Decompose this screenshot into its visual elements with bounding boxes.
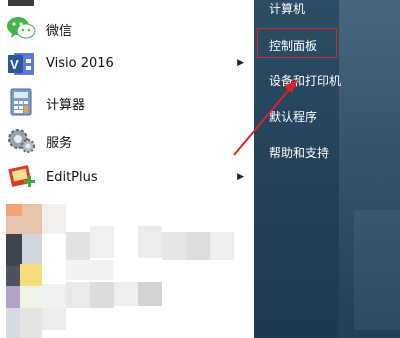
annotation-arrow-icon: [233, 79, 298, 156]
